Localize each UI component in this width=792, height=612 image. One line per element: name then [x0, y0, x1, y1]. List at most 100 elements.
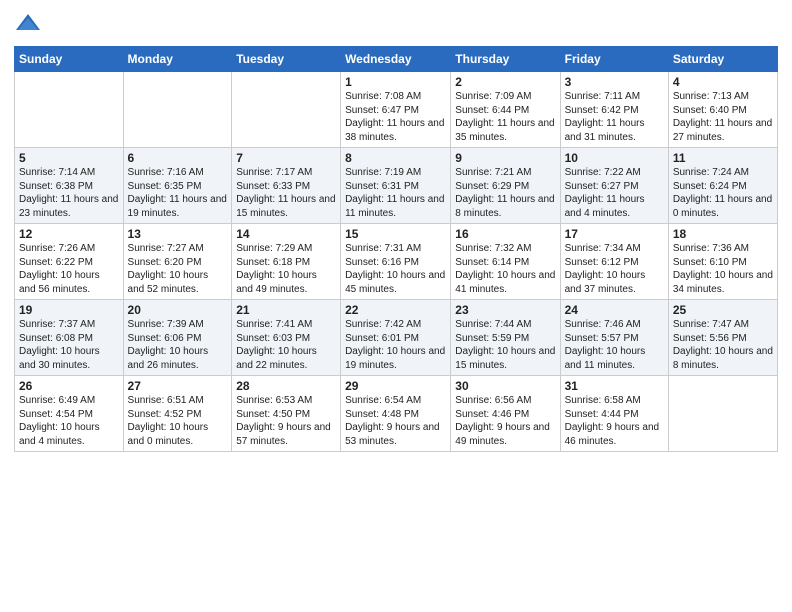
calendar-cell: 29Sunrise: 6:54 AM Sunset: 4:48 PM Dayli… — [341, 376, 451, 452]
day-number: 15 — [345, 227, 446, 241]
day-number: 11 — [673, 151, 773, 165]
logo-icon — [14, 10, 42, 38]
day-number: 13 — [128, 227, 228, 241]
cell-content: Sunrise: 7:46 AM Sunset: 5:57 PM Dayligh… — [565, 318, 664, 372]
cell-content: Sunrise: 7:08 AM Sunset: 6:47 PM Dayligh… — [345, 90, 446, 144]
cell-content: Sunrise: 7:29 AM Sunset: 6:18 PM Dayligh… — [236, 242, 336, 296]
calendar-cell: 12Sunrise: 7:26 AM Sunset: 6:22 PM Dayli… — [15, 224, 124, 300]
day-number: 4 — [673, 75, 773, 89]
day-number: 26 — [19, 379, 119, 393]
day-number: 14 — [236, 227, 336, 241]
day-number: 7 — [236, 151, 336, 165]
cell-content: Sunrise: 6:56 AM Sunset: 4:46 PM Dayligh… — [455, 394, 555, 448]
day-number: 6 — [128, 151, 228, 165]
day-number: 22 — [345, 303, 446, 317]
header — [14, 10, 778, 38]
day-number: 2 — [455, 75, 555, 89]
cell-content: Sunrise: 7:22 AM Sunset: 6:27 PM Dayligh… — [565, 166, 664, 220]
cell-content: Sunrise: 7:41 AM Sunset: 6:03 PM Dayligh… — [236, 318, 336, 372]
calendar-cell: 26Sunrise: 6:49 AM Sunset: 4:54 PM Dayli… — [15, 376, 124, 452]
calendar-cell: 27Sunrise: 6:51 AM Sunset: 4:52 PM Dayli… — [123, 376, 232, 452]
calendar-day-header: Tuesday — [232, 47, 341, 72]
calendar-week-row: 5Sunrise: 7:14 AM Sunset: 6:38 PM Daylig… — [15, 148, 778, 224]
calendar-week-row: 1Sunrise: 7:08 AM Sunset: 6:47 PM Daylig… — [15, 72, 778, 148]
day-number: 24 — [565, 303, 664, 317]
calendar-cell: 28Sunrise: 6:53 AM Sunset: 4:50 PM Dayli… — [232, 376, 341, 452]
calendar-cell — [668, 376, 777, 452]
calendar-cell: 21Sunrise: 7:41 AM Sunset: 6:03 PM Dayli… — [232, 300, 341, 376]
cell-content: Sunrise: 7:21 AM Sunset: 6:29 PM Dayligh… — [455, 166, 555, 220]
calendar-cell: 9Sunrise: 7:21 AM Sunset: 6:29 PM Daylig… — [451, 148, 560, 224]
calendar-cell: 22Sunrise: 7:42 AM Sunset: 6:01 PM Dayli… — [341, 300, 451, 376]
cell-content: Sunrise: 6:54 AM Sunset: 4:48 PM Dayligh… — [345, 394, 446, 448]
cell-content: Sunrise: 7:32 AM Sunset: 6:14 PM Dayligh… — [455, 242, 555, 296]
calendar-cell: 13Sunrise: 7:27 AM Sunset: 6:20 PM Dayli… — [123, 224, 232, 300]
cell-content: Sunrise: 7:42 AM Sunset: 6:01 PM Dayligh… — [345, 318, 446, 372]
cell-content: Sunrise: 7:09 AM Sunset: 6:44 PM Dayligh… — [455, 90, 555, 144]
calendar-cell: 16Sunrise: 7:32 AM Sunset: 6:14 PM Dayli… — [451, 224, 560, 300]
cell-content: Sunrise: 6:49 AM Sunset: 4:54 PM Dayligh… — [19, 394, 119, 448]
calendar-week-row: 26Sunrise: 6:49 AM Sunset: 4:54 PM Dayli… — [15, 376, 778, 452]
calendar-cell — [15, 72, 124, 148]
cell-content: Sunrise: 7:39 AM Sunset: 6:06 PM Dayligh… — [128, 318, 228, 372]
cell-content: Sunrise: 7:13 AM Sunset: 6:40 PM Dayligh… — [673, 90, 773, 144]
day-number: 30 — [455, 379, 555, 393]
cell-content: Sunrise: 7:44 AM Sunset: 5:59 PM Dayligh… — [455, 318, 555, 372]
day-number: 10 — [565, 151, 664, 165]
calendar-cell: 10Sunrise: 7:22 AM Sunset: 6:27 PM Dayli… — [560, 148, 668, 224]
calendar-cell: 23Sunrise: 7:44 AM Sunset: 5:59 PM Dayli… — [451, 300, 560, 376]
calendar-cell: 25Sunrise: 7:47 AM Sunset: 5:56 PM Dayli… — [668, 300, 777, 376]
day-number: 12 — [19, 227, 119, 241]
day-number: 20 — [128, 303, 228, 317]
logo — [14, 10, 44, 38]
day-number: 29 — [345, 379, 446, 393]
day-number: 16 — [455, 227, 555, 241]
cell-content: Sunrise: 7:14 AM Sunset: 6:38 PM Dayligh… — [19, 166, 119, 220]
day-number: 8 — [345, 151, 446, 165]
day-number: 23 — [455, 303, 555, 317]
cell-content: Sunrise: 7:36 AM Sunset: 6:10 PM Dayligh… — [673, 242, 773, 296]
cell-content: Sunrise: 7:16 AM Sunset: 6:35 PM Dayligh… — [128, 166, 228, 220]
calendar-week-row: 12Sunrise: 7:26 AM Sunset: 6:22 PM Dayli… — [15, 224, 778, 300]
calendar-cell: 7Sunrise: 7:17 AM Sunset: 6:33 PM Daylig… — [232, 148, 341, 224]
calendar-cell: 15Sunrise: 7:31 AM Sunset: 6:16 PM Dayli… — [341, 224, 451, 300]
day-number: 25 — [673, 303, 773, 317]
calendar-cell: 30Sunrise: 6:56 AM Sunset: 4:46 PM Dayli… — [451, 376, 560, 452]
calendar-cell — [123, 72, 232, 148]
calendar-day-header: Wednesday — [341, 47, 451, 72]
day-number: 17 — [565, 227, 664, 241]
cell-content: Sunrise: 7:27 AM Sunset: 6:20 PM Dayligh… — [128, 242, 228, 296]
cell-content: Sunrise: 7:17 AM Sunset: 6:33 PM Dayligh… — [236, 166, 336, 220]
cell-content: Sunrise: 6:58 AM Sunset: 4:44 PM Dayligh… — [565, 394, 664, 448]
page-container: SundayMondayTuesdayWednesdayThursdayFrid… — [0, 0, 792, 462]
cell-content: Sunrise: 7:47 AM Sunset: 5:56 PM Dayligh… — [673, 318, 773, 372]
day-number: 3 — [565, 75, 664, 89]
day-number: 21 — [236, 303, 336, 317]
day-number: 5 — [19, 151, 119, 165]
calendar-table: SundayMondayTuesdayWednesdayThursdayFrid… — [14, 46, 778, 452]
calendar-week-row: 19Sunrise: 7:37 AM Sunset: 6:08 PM Dayli… — [15, 300, 778, 376]
cell-content: Sunrise: 7:34 AM Sunset: 6:12 PM Dayligh… — [565, 242, 664, 296]
calendar-cell: 20Sunrise: 7:39 AM Sunset: 6:06 PM Dayli… — [123, 300, 232, 376]
calendar-cell: 2Sunrise: 7:09 AM Sunset: 6:44 PM Daylig… — [451, 72, 560, 148]
cell-content: Sunrise: 7:11 AM Sunset: 6:42 PM Dayligh… — [565, 90, 664, 144]
calendar-cell: 18Sunrise: 7:36 AM Sunset: 6:10 PM Dayli… — [668, 224, 777, 300]
calendar-day-header: Monday — [123, 47, 232, 72]
day-number: 18 — [673, 227, 773, 241]
calendar-cell: 24Sunrise: 7:46 AM Sunset: 5:57 PM Dayli… — [560, 300, 668, 376]
calendar-cell: 17Sunrise: 7:34 AM Sunset: 6:12 PM Dayli… — [560, 224, 668, 300]
calendar-cell: 1Sunrise: 7:08 AM Sunset: 6:47 PM Daylig… — [341, 72, 451, 148]
calendar-cell: 3Sunrise: 7:11 AM Sunset: 6:42 PM Daylig… — [560, 72, 668, 148]
calendar-cell: 11Sunrise: 7:24 AM Sunset: 6:24 PM Dayli… — [668, 148, 777, 224]
day-number: 1 — [345, 75, 446, 89]
cell-content: Sunrise: 7:24 AM Sunset: 6:24 PM Dayligh… — [673, 166, 773, 220]
day-number: 9 — [455, 151, 555, 165]
calendar-cell: 5Sunrise: 7:14 AM Sunset: 6:38 PM Daylig… — [15, 148, 124, 224]
calendar-cell: 6Sunrise: 7:16 AM Sunset: 6:35 PM Daylig… — [123, 148, 232, 224]
day-number: 27 — [128, 379, 228, 393]
day-number: 19 — [19, 303, 119, 317]
cell-content: Sunrise: 7:37 AM Sunset: 6:08 PM Dayligh… — [19, 318, 119, 372]
calendar-cell: 31Sunrise: 6:58 AM Sunset: 4:44 PM Dayli… — [560, 376, 668, 452]
calendar-cell: 4Sunrise: 7:13 AM Sunset: 6:40 PM Daylig… — [668, 72, 777, 148]
day-number: 28 — [236, 379, 336, 393]
